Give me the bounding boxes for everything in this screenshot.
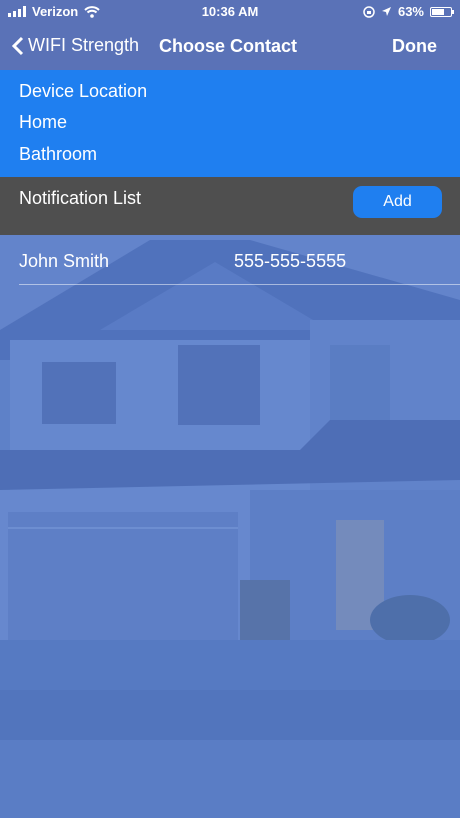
location-arrow-icon	[381, 7, 391, 16]
device-location-panel: Device Location Home Bathroom	[0, 70, 460, 177]
back-button[interactable]: WIFI Strength	[12, 35, 139, 56]
contact-name: John Smith	[19, 251, 110, 271]
add-contact-button[interactable]: Add	[353, 186, 442, 218]
notification-list-title: Notification List	[19, 188, 142, 208]
row-divider	[19, 284, 460, 285]
status-bar: Verizon 10:36 AM 63%	[0, 0, 460, 24]
device-room-value: Bathroom	[19, 144, 98, 164]
contact-phone: 555-555-5555	[234, 251, 347, 271]
battery-icon	[430, 6, 454, 17]
navigation-bar: WIFI Strength Choose Contact Done	[0, 24, 460, 70]
device-location-value: Home	[19, 112, 68, 132]
battery-percent: 63%	[397, 4, 424, 19]
done-button[interactable]: Done	[392, 36, 437, 57]
orientation-lock-icon	[363, 5, 375, 18]
contact-list-item[interactable]: John Smith 555-555-5555	[0, 238, 460, 286]
page-title: Choose Contact	[159, 36, 298, 56]
app-screen: Verizon 10:36 AM 63% WIFI Strength Choos…	[0, 0, 460, 818]
back-button-label: WIFI Strength	[28, 35, 140, 55]
status-right: 63%	[363, 4, 454, 19]
device-location-heading: Device Location	[19, 81, 148, 101]
chevron-left-icon	[12, 36, 24, 55]
